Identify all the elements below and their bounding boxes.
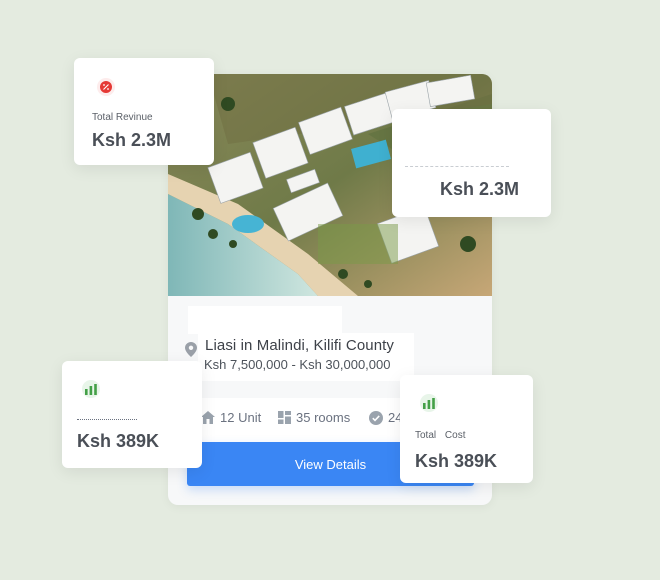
rooms-label: 35 rooms	[296, 410, 351, 425]
stat-units: 12 Unit	[201, 410, 261, 425]
percent-icon	[97, 78, 115, 96]
title-placeholder	[188, 306, 342, 334]
stat-third: 24	[369, 410, 402, 425]
rooms-icon	[278, 411, 291, 424]
bar-chart-icon	[82, 380, 100, 398]
units-label: 12 Unit	[220, 410, 262, 425]
left-card-value: Ksh 389K	[77, 431, 160, 451]
check-circle-icon	[369, 410, 383, 425]
cost-label-total: Total	[415, 430, 437, 441]
property-location: Liasi in Malindi, Kilifi County	[205, 337, 395, 354]
revenue-label: Total Revinue	[92, 112, 153, 123]
revenue-value: Ksh 2.3M	[92, 130, 172, 150]
total-revenue-card: Total Revinue Ksh 2.3M	[74, 58, 214, 165]
stat-rooms: 35 rooms	[278, 410, 350, 425]
location-pin-icon	[185, 342, 197, 362]
property-price-range: Ksh 7,500,000 - Ksh 30,000,000	[204, 357, 391, 372]
cost-label-cost: Cost	[444, 430, 466, 441]
bar-chart-icon	[420, 394, 438, 412]
stats-card-left: Ksh 389K	[62, 361, 202, 468]
divider	[405, 166, 509, 167]
house-icon	[201, 411, 215, 424]
summary-value: Ksh 2.3M	[440, 179, 520, 199]
cost-label: Total Cost	[415, 430, 465, 441]
total-cost-card: Total Cost Ksh 389K	[400, 375, 533, 483]
revenue-summary-card: Ksh 2.3M	[392, 109, 551, 217]
divider	[77, 419, 137, 420]
cost-value: Ksh 389K	[415, 451, 498, 471]
